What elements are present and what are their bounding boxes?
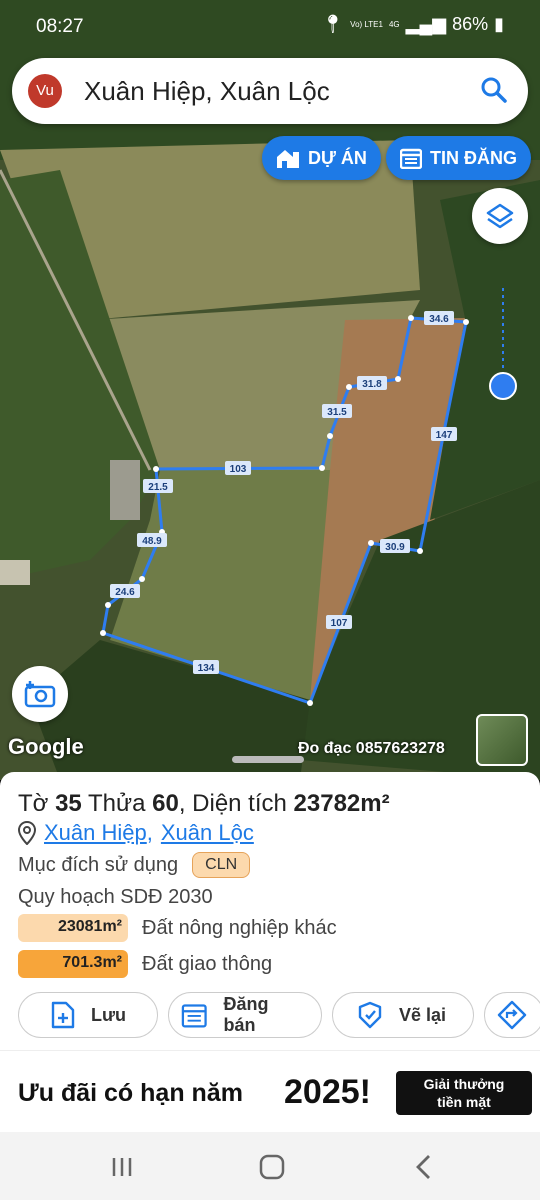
search-icon[interactable] — [480, 76, 508, 104]
battery-icon: ▮ — [494, 14, 504, 34]
status-time: 08:27 — [36, 16, 84, 37]
edge-label: 103 — [225, 461, 251, 475]
sheet-drag-handle[interactable] — [232, 756, 304, 763]
avatar[interactable]: Vu — [28, 74, 62, 108]
location-icon: 📍︎ — [321, 14, 345, 34]
edge-label: 30.9 — [380, 539, 410, 553]
search-bar[interactable]: Vu Xuân Hiệp, Xuân Lộc — [12, 58, 528, 124]
promo-banner[interactable]: Ưu đãi có hạn năm 2025! Giải thưởng tiền… — [0, 1050, 540, 1130]
search-query[interactable]: Xuân Hiệp, Xuân Lộc — [84, 76, 330, 107]
purpose-code-badge: CLN — [192, 852, 251, 878]
promo-cta-button[interactable]: Giải thưởng tiền mặt — [396, 1071, 532, 1115]
purpose-label: Mục đích sử dụng — [18, 853, 179, 876]
plan-row: 701.3m² Đất giao thông — [18, 950, 272, 978]
svg-text:107: 107 — [331, 618, 348, 629]
plan-area-badge: 701.3m² — [18, 950, 128, 978]
survey-credit: Đo đạc 0857623278 — [298, 740, 445, 757]
plan-label: Quy hoạch SDĐ 2030 — [18, 886, 213, 908]
commune-link[interactable]: Xuân Hiệp — [44, 820, 147, 846]
redraw-button[interactable]: Vẽ lại — [332, 992, 474, 1038]
layers-button[interactable] — [472, 188, 528, 244]
save-button[interactable]: Lưu — [18, 992, 158, 1038]
pin-icon — [18, 821, 36, 845]
svg-text:103: 103 — [230, 464, 247, 475]
calendar-icon — [181, 1004, 207, 1028]
parcel-location: Xuân Hiệp, Xuân Lộc — [18, 820, 254, 846]
parcel-info-sheet: Tờ 35 Thửa 60, Diện tích 23782m² Xuân Hi… — [0, 772, 540, 1132]
network-type: 4G — [388, 19, 400, 29]
projects-button[interactable]: DỰ ÁN — [262, 136, 381, 180]
edge-label: 24.6 — [110, 584, 140, 598]
post-sale-button[interactable]: Đăng bán — [168, 992, 322, 1038]
redraw-label: Vẽ lại — [399, 1004, 447, 1025]
svg-text:147: 147 — [436, 430, 453, 441]
google-logo: Google — [8, 734, 84, 759]
recent-apps-icon[interactable] — [110, 1156, 134, 1178]
map-view[interactable]: 34.6 147 31.8 31.5 103 21.5 48.9 24.6 13… — [0, 0, 540, 780]
parcel-title: Tờ 35 Thửa 60, Diện tích 23782m² — [18, 790, 390, 817]
promo-year: 2025! — [284, 1073, 371, 1111]
edge-label: 34.6 — [424, 311, 454, 325]
system-nav-bar — [0, 1132, 540, 1200]
svg-text:21.5: 21.5 — [148, 482, 168, 493]
promo-text: Ưu đãi có hạn năm — [18, 1079, 243, 1107]
signal-icon: ▂▄▆ — [405, 14, 447, 34]
back-icon[interactable] — [414, 1154, 432, 1180]
edge-label: 134 — [193, 660, 219, 674]
projects-label: DỰ ÁN — [308, 147, 367, 168]
district-link[interactable]: Xuân Lộc — [161, 820, 254, 846]
promo-cta-line1: Giải thưởng — [423, 1076, 505, 1092]
plan-row: 23081m² Đất nông nghiệp khác — [18, 914, 337, 942]
listings-button[interactable]: TIN ĐĂNG — [386, 136, 531, 180]
directions-icon — [497, 1000, 527, 1030]
plan-name: Đất giao thông — [142, 952, 273, 975]
camera-add-icon — [24, 681, 56, 708]
volte-indicator: Vo) LTE1 — [350, 19, 383, 29]
plan-area-badge: 23081m² — [18, 914, 128, 942]
edge-label: 31.5 — [322, 404, 352, 418]
edge-label: 107 — [326, 615, 352, 629]
purpose-row: Mục đích sử dụng CLN — [18, 852, 251, 878]
calendar-list-icon — [400, 148, 422, 169]
action-buttons: Lưu Đăng bán Vẽ lại — [18, 992, 540, 1038]
buildings-icon — [277, 150, 299, 168]
svg-text:24.6: 24.6 — [115, 587, 135, 598]
plan-heading: Quy hoạch SDĐ 2030 — [18, 886, 213, 909]
svg-text:31.8: 31.8 — [362, 379, 382, 390]
file-add-icon — [51, 1001, 75, 1029]
save-label: Lưu — [91, 1004, 127, 1025]
svg-text:48.9: 48.9 — [142, 536, 162, 547]
svg-text:34.6: 34.6 — [429, 314, 449, 325]
directions-button[interactable] — [484, 992, 540, 1038]
edge-label: 48.9 — [137, 533, 167, 547]
post-sale-label: Đăng bán — [223, 994, 269, 1035]
layers-icon — [486, 203, 514, 229]
svg-text:31.5: 31.5 — [327, 407, 347, 418]
draw-icon — [358, 1001, 382, 1029]
camera-button[interactable] — [12, 666, 68, 722]
svg-text:30.9: 30.9 — [385, 542, 405, 553]
listings-label: TIN ĐĂNG — [430, 147, 517, 168]
svg-text:134: 134 — [198, 663, 215, 674]
status-bar: 08:27 📍︎ Vo) LTE1 4G ▂▄▆ 86% ▮ — [0, 0, 540, 52]
battery-level: 86% — [452, 14, 489, 34]
plan-name: Đất nông nghiệp khác — [142, 916, 337, 939]
street-view-thumbnail[interactable] — [476, 714, 528, 766]
edge-label: 21.5 — [143, 479, 173, 493]
home-icon[interactable] — [259, 1154, 285, 1180]
edge-label: 147 — [431, 427, 457, 441]
edge-label: 31.8 — [357, 376, 387, 390]
promo-cta-line2: tiền mặt — [437, 1094, 491, 1110]
